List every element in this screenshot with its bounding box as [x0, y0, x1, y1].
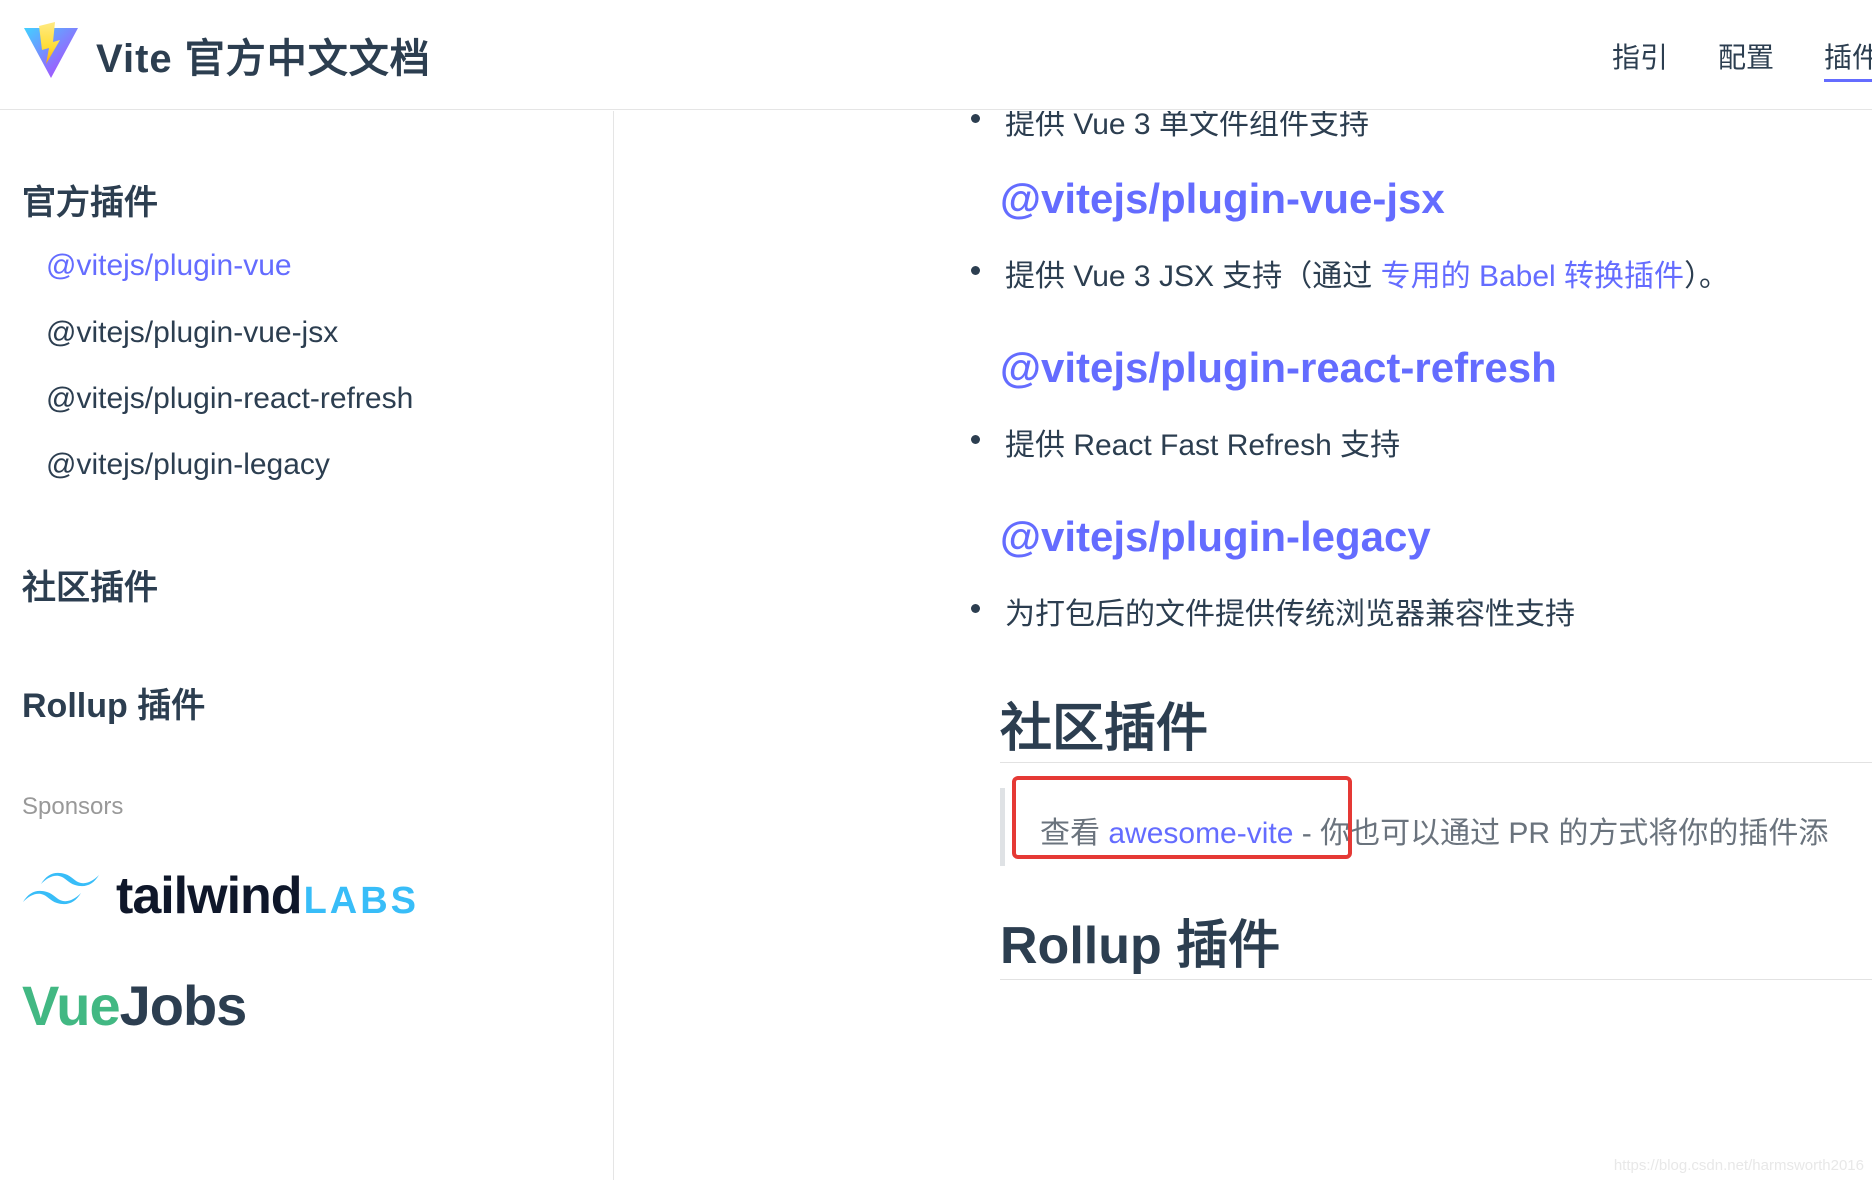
tailwind-wordmark: tailwind: [116, 867, 303, 925]
vite-logo-icon[interactable]: [22, 20, 80, 80]
labs-wordmark: LABS: [303, 879, 420, 922]
site-title[interactable]: Vite 官方中文文档: [96, 26, 431, 84]
nav-plugins[interactable]: 插件: [1824, 36, 1872, 82]
sponsors-label: Sponsors: [22, 793, 124, 820]
top-navbar: Vite 官方中文文档 指引 配置 插件: [0, 0, 1872, 110]
top-nav: 指引 配置 插件: [1612, 36, 1872, 82]
nav-config[interactable]: 配置: [1718, 36, 1774, 82]
main-content: 提供 Vue 3 单文件组件支持 @vitejs/plugin-vue-jsx …: [615, 111, 1872, 1180]
sidebar-group-community-plugins[interactable]: 社区插件: [22, 560, 158, 609]
heading-divider: [1000, 762, 1872, 763]
tailwind-wave-icon: [23, 872, 99, 905]
list-item-text: ）。: [1684, 260, 1730, 293]
watermark: https://blog.csdn.net/harmsworth2016: [1613, 1157, 1864, 1174]
sidebar-item-plugin-react-refresh[interactable]: @vitejs/plugin-react-refresh: [46, 382, 413, 416]
nav-guide[interactable]: 指引: [1612, 36, 1668, 82]
list-item: 提供 Vue 3 单文件组件支持: [971, 111, 1369, 143]
babel-plugin-link[interactable]: 专用的 Babel 转换插件: [1381, 260, 1684, 293]
sidebar-item-plugin-vue-jsx[interactable]: @vitejs/plugin-vue-jsx: [46, 316, 338, 350]
vuejobs-sponsor-logo[interactable]: VueJobs: [22, 973, 248, 1038]
heading-plugin-react-refresh[interactable]: @vitejs/plugin-react-refresh: [1000, 344, 1557, 392]
sidebar-group-official-plugins[interactable]: 官方插件: [22, 175, 158, 224]
heading-plugin-legacy[interactable]: @vitejs/plugin-legacy: [1000, 513, 1431, 561]
list-item-text: 提供 Vue 3 JSX 支持（通过: [1005, 260, 1381, 293]
sidebar-item-plugin-legacy[interactable]: @vitejs/plugin-legacy: [46, 448, 330, 482]
vuejobs-jobs-wordmark: Jobs: [119, 974, 248, 1037]
tip-suffix: - 你也可以通过 PR 的方式将你的插件添: [1293, 817, 1829, 850]
vuejobs-vue-wordmark: Vue: [22, 974, 121, 1037]
heading-divider: [1000, 979, 1872, 980]
sidebar: 官方插件 @vitejs/plugin-vue @vitejs/plugin-v…: [0, 111, 614, 1180]
annotation-highlight-box: [1012, 776, 1352, 859]
list-item: 为打包后的文件提供传统浏览器兼容性支持: [971, 589, 1575, 633]
list-item: 提供 React Fast Refresh 支持: [970, 420, 1400, 464]
heading-rollup-plugins: Rollup 插件: [1000, 917, 1281, 975]
sidebar-item-plugin-vue[interactable]: @vitejs/plugin-vue: [46, 249, 292, 283]
heading-community-plugins: 社区插件: [1000, 700, 1209, 758]
sidebar-group-rollup-plugins[interactable]: Rollup 插件: [22, 678, 205, 727]
tailwind-labs-sponsor-logo[interactable]: tailwind LABS: [22, 861, 419, 931]
list-item: 提供 Vue 3 JSX 支持（通过 专用的 Babel 转换插件）。: [970, 251, 1730, 295]
heading-plugin-vue-jsx[interactable]: @vitejs/plugin-vue-jsx: [1000, 175, 1445, 223]
